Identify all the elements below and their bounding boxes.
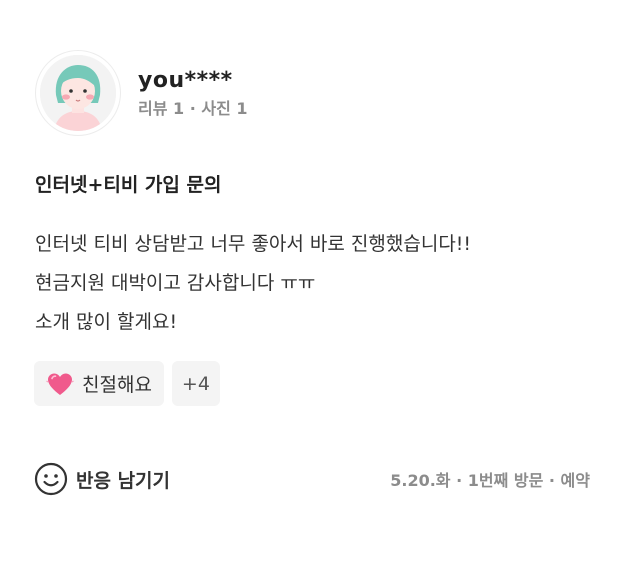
review-card: you**** 리뷰 1 · 사진 1 인터넷+티비 가입 문의 인터넷 티비 … bbox=[0, 0, 625, 565]
keyword-tags: 친절해요 +4 bbox=[34, 361, 228, 406]
avatar[interactable] bbox=[35, 50, 121, 136]
review-line: 현금지원 대박이고 감사합니다 ㅠㅠ bbox=[35, 272, 316, 294]
more-tags-button[interactable]: +4 bbox=[171, 361, 220, 406]
review-line: 인터넷 티비 상담받고 너무 좋아서 바로 진행했습니다!! bbox=[35, 233, 472, 255]
profile-text: you**** 리뷰 1 · 사진 1 bbox=[138, 67, 248, 119]
user-stats: 리뷰 1 · 사진 1 bbox=[138, 99, 248, 118]
pink-heart-icon bbox=[46, 370, 74, 398]
smiley-icon bbox=[34, 462, 68, 496]
review-line: 소개 많이 할게요! bbox=[35, 311, 178, 333]
tag-kind[interactable]: 친절해요 bbox=[34, 361, 164, 406]
leave-reaction-label: 반응 남기기 bbox=[76, 469, 171, 492]
reviewer-profile[interactable]: you**** 리뷰 1 · 사진 1 bbox=[35, 50, 248, 136]
cartoon-avatar-icon bbox=[40, 55, 116, 131]
username[interactable]: you**** bbox=[138, 67, 248, 95]
visit-meta: 5.20.화 · 1번째 방문 · 예약 bbox=[390, 471, 590, 490]
review-footer: 반응 남기기 5.20.화 · 1번째 방문 · 예약 bbox=[34, 462, 590, 496]
leave-reaction-button[interactable]: 반응 남기기 bbox=[34, 462, 170, 496]
tag-label: 친절해요 bbox=[82, 374, 152, 396]
review-title: 인터넷+티비 가입 문의 bbox=[35, 174, 222, 196]
review-body: 인터넷 티비 상담받고 너무 좋아서 바로 진행했습니다!! 현금지원 대박이고… bbox=[35, 225, 595, 342]
